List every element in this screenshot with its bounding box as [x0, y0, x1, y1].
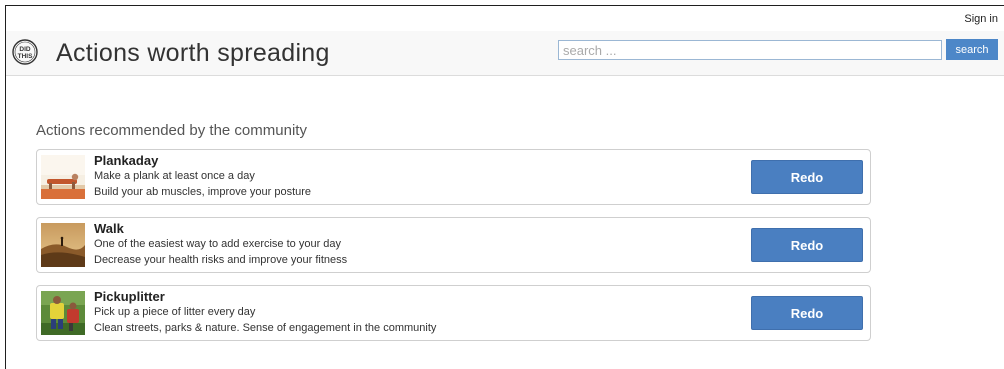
- action-benefit: Clean streets, parks & nature. Sense of …: [94, 322, 437, 334]
- action-title: Pickuplitter: [94, 289, 165, 304]
- action-card-plankaday: Plankaday Make a plank at least once a d…: [36, 149, 871, 205]
- redo-button-plankaday[interactable]: Redo: [751, 160, 863, 194]
- search-input[interactable]: [558, 40, 942, 60]
- action-title: Walk: [94, 221, 124, 236]
- site-title: Actions worth spreading: [56, 39, 330, 67]
- action-description: One of the easiest way to add exercise t…: [94, 238, 342, 250]
- action-thumbnail-walk: [41, 223, 85, 267]
- action-thumbnail-pickuplitter: [41, 291, 85, 335]
- redo-button-walk[interactable]: Redo: [751, 228, 863, 262]
- action-thumbnail-plankaday: [41, 155, 85, 199]
- action-description: Make a plank at least once a day: [94, 170, 255, 182]
- action-card-pickuplitter: Pickuplitter Pick up a piece of litter e…: [36, 285, 871, 341]
- top-bar: Sign in: [6, 6, 1004, 31]
- action-benefit: Decrease your health risks and improve y…: [94, 254, 348, 266]
- section-title: Actions recommended by the community: [36, 122, 307, 139]
- redo-button-pickuplitter[interactable]: Redo: [751, 296, 863, 330]
- logo-text-line-2: THIS: [18, 53, 33, 60]
- page-frame: Sign in DID THIS Actions worth spreading…: [5, 5, 1004, 369]
- action-description: Pick up a piece of litter every day: [94, 306, 256, 318]
- search-button[interactable]: search: [946, 39, 998, 60]
- logo-text-line-1: DID: [19, 46, 31, 53]
- action-card-walk: Walk One of the easiest way to add exerc…: [36, 217, 871, 273]
- sign-in-link[interactable]: Sign in: [964, 13, 998, 25]
- action-benefit: Build your ab muscles, improve your post…: [94, 186, 312, 198]
- site-header: DID THIS Actions worth spreading search: [6, 31, 1004, 76]
- action-title: Plankaday: [94, 153, 159, 168]
- did-this-stamp-icon[interactable]: DID THIS: [12, 39, 38, 65]
